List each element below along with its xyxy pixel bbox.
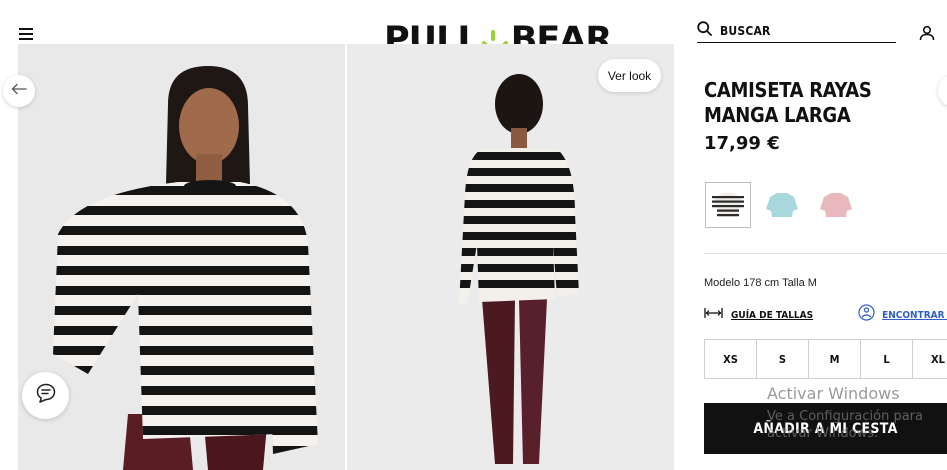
- size-selector: XS S M L XL: [704, 339, 947, 379]
- color-swatch-pink[interactable]: [813, 182, 859, 228]
- model-info: Modelo 178 cm Talla M: [704, 277, 817, 289]
- product-image-front[interactable]: [18, 44, 345, 470]
- watermark-title: Activar Windows: [767, 384, 900, 403]
- view-look-button[interactable]: Ver look: [598, 59, 661, 92]
- size-guide-label: GUÍA DE TALLAS: [731, 309, 814, 321]
- size-links: GUÍA DE TALLAS ENCONTRAR MI T: [704, 304, 947, 326]
- product-gallery: [18, 44, 674, 470]
- chat-button[interactable]: [22, 372, 69, 419]
- search-icon: [697, 21, 712, 41]
- size-option-xs[interactable]: XS: [705, 340, 757, 378]
- store-pin-icon: [858, 304, 875, 326]
- size-option-m[interactable]: M: [809, 340, 861, 378]
- add-to-cart-button[interactable]: AÑADIR A MI CESTA: [704, 403, 947, 454]
- chat-bubble-icon: [35, 382, 57, 409]
- size-option-s[interactable]: S: [757, 340, 809, 378]
- user-account-icon[interactable]: [918, 24, 936, 42]
- size-option-xl[interactable]: XL: [913, 340, 947, 378]
- find-in-store-link[interactable]: ENCONTRAR MI T: [858, 304, 947, 326]
- product-title-line2: MANGA LARGA: [704, 103, 851, 127]
- product-title: CAMISETA RAYAS MANGA LARGA: [704, 78, 934, 128]
- gallery-next-button[interactable]: [938, 75, 947, 107]
- hamburger-menu-icon[interactable]: [19, 28, 33, 40]
- product-image-back[interactable]: [347, 44, 674, 470]
- color-swatch-stripes[interactable]: [705, 182, 751, 228]
- gallery-prev-button[interactable]: [3, 75, 35, 107]
- search-field[interactable]: BUSCAR: [697, 20, 896, 43]
- product-title-line1: CAMISETA RAYAS: [704, 78, 872, 102]
- product-price: 17,99 €: [704, 133, 780, 154]
- arrow-left-icon: [11, 82, 27, 100]
- find-in-store-label: ENCONTRAR MI T: [882, 309, 947, 321]
- ruler-icon: [704, 306, 723, 324]
- color-selector: [705, 182, 867, 228]
- search-label: BUSCAR: [720, 24, 771, 38]
- color-swatch-light-blue[interactable]: [759, 182, 805, 228]
- section-divider: [704, 253, 947, 254]
- size-option-l[interactable]: L: [861, 340, 913, 378]
- size-guide-link[interactable]: GUÍA DE TALLAS: [704, 306, 813, 324]
